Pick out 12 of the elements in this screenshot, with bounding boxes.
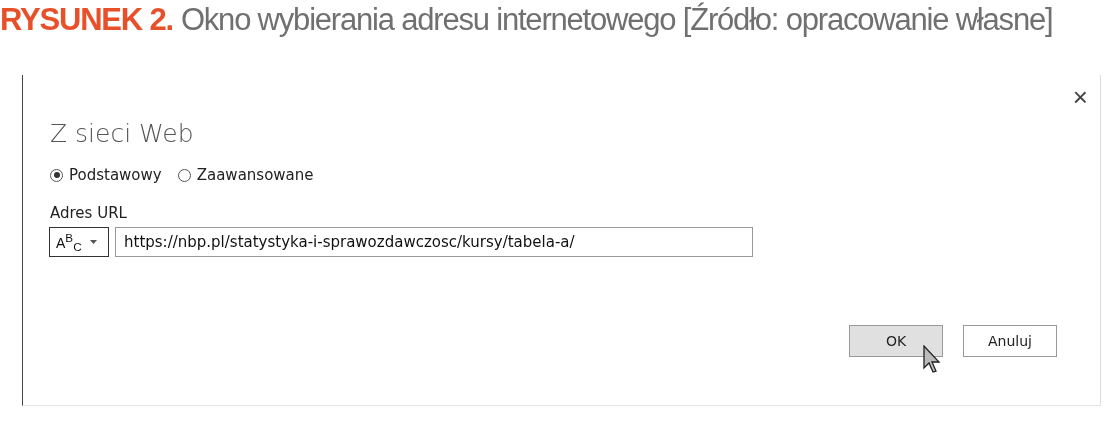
radio-label[interactable]: Podstawowy — [69, 166, 162, 184]
ok-button[interactable]: OK — [849, 325, 943, 357]
cancel-button[interactable]: Anuluj — [963, 325, 1057, 357]
dialog-title: Z sieci Web — [50, 119, 195, 148]
radio-label[interactable]: Zaawansowane — [196, 166, 314, 184]
field-label: Adres URL — [50, 204, 128, 222]
close-button[interactable]: × — [1072, 83, 1088, 111]
cursor-icon — [923, 345, 941, 373]
figure-caption: Okno wybierania adresu internetowego [Źródło: opracowanie własne] — [180, 2, 1053, 38]
url-field[interactable]: https://nbp.pl/statystyka-i-sprawozdawczosc/kursy/tabela-a/ — [115, 227, 753, 257]
figure-number: RYSUNEK 2. — [0, 2, 173, 38]
caret-icon — [89, 240, 97, 244]
